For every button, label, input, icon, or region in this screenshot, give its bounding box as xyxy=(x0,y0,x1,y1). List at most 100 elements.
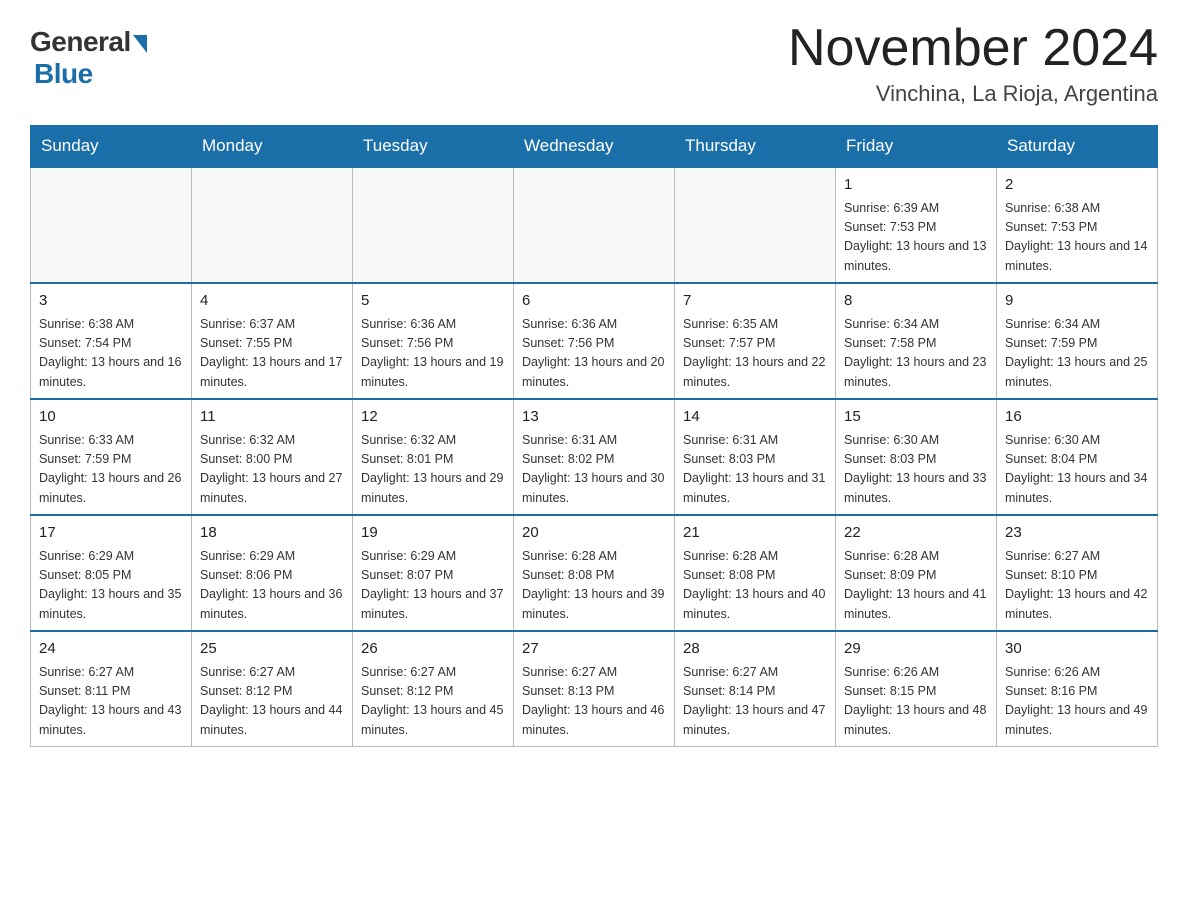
calendar-week-row: 24Sunrise: 6:27 AMSunset: 8:11 PMDayligh… xyxy=(31,631,1158,747)
calendar-body: 1Sunrise: 6:39 AMSunset: 7:53 PMDaylight… xyxy=(31,167,1158,747)
table-row: 29Sunrise: 6:26 AMSunset: 8:15 PMDayligh… xyxy=(836,631,997,747)
table-row: 17Sunrise: 6:29 AMSunset: 8:05 PMDayligh… xyxy=(31,515,192,631)
day-number: 7 xyxy=(683,290,827,313)
calendar-subtitle: Vinchina, La Rioja, Argentina xyxy=(788,81,1158,107)
day-number: 22 xyxy=(844,522,988,545)
table-row: 10Sunrise: 6:33 AMSunset: 7:59 PMDayligh… xyxy=(31,399,192,515)
day-info: Sunrise: 6:30 AMSunset: 8:03 PMDaylight:… xyxy=(844,431,988,509)
day-info: Sunrise: 6:38 AMSunset: 7:53 PMDaylight:… xyxy=(1005,199,1149,277)
day-info: Sunrise: 6:30 AMSunset: 8:04 PMDaylight:… xyxy=(1005,431,1149,509)
table-row: 25Sunrise: 6:27 AMSunset: 8:12 PMDayligh… xyxy=(192,631,353,747)
table-row: 19Sunrise: 6:29 AMSunset: 8:07 PMDayligh… xyxy=(353,515,514,631)
col-saturday: Saturday xyxy=(997,126,1158,168)
col-tuesday: Tuesday xyxy=(353,126,514,168)
table-row: 30Sunrise: 6:26 AMSunset: 8:16 PMDayligh… xyxy=(997,631,1158,747)
day-info: Sunrise: 6:28 AMSunset: 8:08 PMDaylight:… xyxy=(683,547,827,625)
day-number: 29 xyxy=(844,638,988,661)
table-row: 2Sunrise: 6:38 AMSunset: 7:53 PMDaylight… xyxy=(997,167,1158,283)
table-row: 12Sunrise: 6:32 AMSunset: 8:01 PMDayligh… xyxy=(353,399,514,515)
col-friday: Friday xyxy=(836,126,997,168)
table-row: 23Sunrise: 6:27 AMSunset: 8:10 PMDayligh… xyxy=(997,515,1158,631)
logo-arrow-icon xyxy=(133,35,147,53)
day-number: 1 xyxy=(844,174,988,197)
col-thursday: Thursday xyxy=(675,126,836,168)
day-info: Sunrise: 6:36 AMSunset: 7:56 PMDaylight:… xyxy=(522,315,666,393)
day-info: Sunrise: 6:27 AMSunset: 8:12 PMDaylight:… xyxy=(200,663,344,741)
day-info: Sunrise: 6:29 AMSunset: 8:07 PMDaylight:… xyxy=(361,547,505,625)
table-row: 5Sunrise: 6:36 AMSunset: 7:56 PMDaylight… xyxy=(353,283,514,399)
table-row xyxy=(31,167,192,283)
table-row: 16Sunrise: 6:30 AMSunset: 8:04 PMDayligh… xyxy=(997,399,1158,515)
table-row: 24Sunrise: 6:27 AMSunset: 8:11 PMDayligh… xyxy=(31,631,192,747)
day-number: 5 xyxy=(361,290,505,313)
table-row: 14Sunrise: 6:31 AMSunset: 8:03 PMDayligh… xyxy=(675,399,836,515)
table-row: 20Sunrise: 6:28 AMSunset: 8:08 PMDayligh… xyxy=(514,515,675,631)
day-info: Sunrise: 6:27 AMSunset: 8:14 PMDaylight:… xyxy=(683,663,827,741)
calendar-week-row: 1Sunrise: 6:39 AMSunset: 7:53 PMDaylight… xyxy=(31,167,1158,283)
calendar-title: November 2024 xyxy=(788,20,1158,77)
day-number: 2 xyxy=(1005,174,1149,197)
day-info: Sunrise: 6:34 AMSunset: 7:59 PMDaylight:… xyxy=(1005,315,1149,393)
table-row: 22Sunrise: 6:28 AMSunset: 8:09 PMDayligh… xyxy=(836,515,997,631)
day-info: Sunrise: 6:28 AMSunset: 8:09 PMDaylight:… xyxy=(844,547,988,625)
table-row: 9Sunrise: 6:34 AMSunset: 7:59 PMDaylight… xyxy=(997,283,1158,399)
logo: General Blue xyxy=(30,26,147,90)
day-number: 25 xyxy=(200,638,344,661)
col-sunday: Sunday xyxy=(31,126,192,168)
table-row: 1Sunrise: 6:39 AMSunset: 7:53 PMDaylight… xyxy=(836,167,997,283)
table-row: 8Sunrise: 6:34 AMSunset: 7:58 PMDaylight… xyxy=(836,283,997,399)
day-number: 26 xyxy=(361,638,505,661)
day-number: 24 xyxy=(39,638,183,661)
day-number: 6 xyxy=(522,290,666,313)
table-row: 13Sunrise: 6:31 AMSunset: 8:02 PMDayligh… xyxy=(514,399,675,515)
table-row: 11Sunrise: 6:32 AMSunset: 8:00 PMDayligh… xyxy=(192,399,353,515)
day-number: 27 xyxy=(522,638,666,661)
day-info: Sunrise: 6:31 AMSunset: 8:03 PMDaylight:… xyxy=(683,431,827,509)
header-row: Sunday Monday Tuesday Wednesday Thursday… xyxy=(31,126,1158,168)
table-row: 15Sunrise: 6:30 AMSunset: 8:03 PMDayligh… xyxy=(836,399,997,515)
day-number: 11 xyxy=(200,406,344,429)
table-row: 21Sunrise: 6:28 AMSunset: 8:08 PMDayligh… xyxy=(675,515,836,631)
day-info: Sunrise: 6:27 AMSunset: 8:13 PMDaylight:… xyxy=(522,663,666,741)
day-info: Sunrise: 6:27 AMSunset: 8:11 PMDaylight:… xyxy=(39,663,183,741)
day-number: 9 xyxy=(1005,290,1149,313)
table-row xyxy=(192,167,353,283)
day-info: Sunrise: 6:37 AMSunset: 7:55 PMDaylight:… xyxy=(200,315,344,393)
day-info: Sunrise: 6:31 AMSunset: 8:02 PMDaylight:… xyxy=(522,431,666,509)
calendar-week-row: 3Sunrise: 6:38 AMSunset: 7:54 PMDaylight… xyxy=(31,283,1158,399)
day-number: 23 xyxy=(1005,522,1149,545)
calendar-table: Sunday Monday Tuesday Wednesday Thursday… xyxy=(30,125,1158,747)
day-number: 18 xyxy=(200,522,344,545)
day-info: Sunrise: 6:38 AMSunset: 7:54 PMDaylight:… xyxy=(39,315,183,393)
title-section: November 2024 Vinchina, La Rioja, Argent… xyxy=(788,20,1158,107)
table-row: 4Sunrise: 6:37 AMSunset: 7:55 PMDaylight… xyxy=(192,283,353,399)
col-monday: Monday xyxy=(192,126,353,168)
table-row xyxy=(353,167,514,283)
calendar-week-row: 10Sunrise: 6:33 AMSunset: 7:59 PMDayligh… xyxy=(31,399,1158,515)
table-row: 7Sunrise: 6:35 AMSunset: 7:57 PMDaylight… xyxy=(675,283,836,399)
table-row xyxy=(514,167,675,283)
day-number: 21 xyxy=(683,522,827,545)
day-number: 17 xyxy=(39,522,183,545)
day-info: Sunrise: 6:29 AMSunset: 8:05 PMDaylight:… xyxy=(39,547,183,625)
day-info: Sunrise: 6:39 AMSunset: 7:53 PMDaylight:… xyxy=(844,199,988,277)
day-info: Sunrise: 6:26 AMSunset: 8:15 PMDaylight:… xyxy=(844,663,988,741)
day-number: 19 xyxy=(361,522,505,545)
day-number: 4 xyxy=(200,290,344,313)
day-info: Sunrise: 6:27 AMSunset: 8:10 PMDaylight:… xyxy=(1005,547,1149,625)
calendar-week-row: 17Sunrise: 6:29 AMSunset: 8:05 PMDayligh… xyxy=(31,515,1158,631)
day-info: Sunrise: 6:29 AMSunset: 8:06 PMDaylight:… xyxy=(200,547,344,625)
table-row: 27Sunrise: 6:27 AMSunset: 8:13 PMDayligh… xyxy=(514,631,675,747)
day-number: 3 xyxy=(39,290,183,313)
day-number: 12 xyxy=(361,406,505,429)
day-number: 10 xyxy=(39,406,183,429)
table-row: 26Sunrise: 6:27 AMSunset: 8:12 PMDayligh… xyxy=(353,631,514,747)
day-info: Sunrise: 6:26 AMSunset: 8:16 PMDaylight:… xyxy=(1005,663,1149,741)
day-number: 15 xyxy=(844,406,988,429)
table-row: 28Sunrise: 6:27 AMSunset: 8:14 PMDayligh… xyxy=(675,631,836,747)
day-info: Sunrise: 6:32 AMSunset: 8:01 PMDaylight:… xyxy=(361,431,505,509)
day-number: 13 xyxy=(522,406,666,429)
page-header: General Blue November 2024 Vinchina, La … xyxy=(30,20,1158,107)
day-number: 30 xyxy=(1005,638,1149,661)
logo-blue-text: Blue xyxy=(34,58,93,90)
